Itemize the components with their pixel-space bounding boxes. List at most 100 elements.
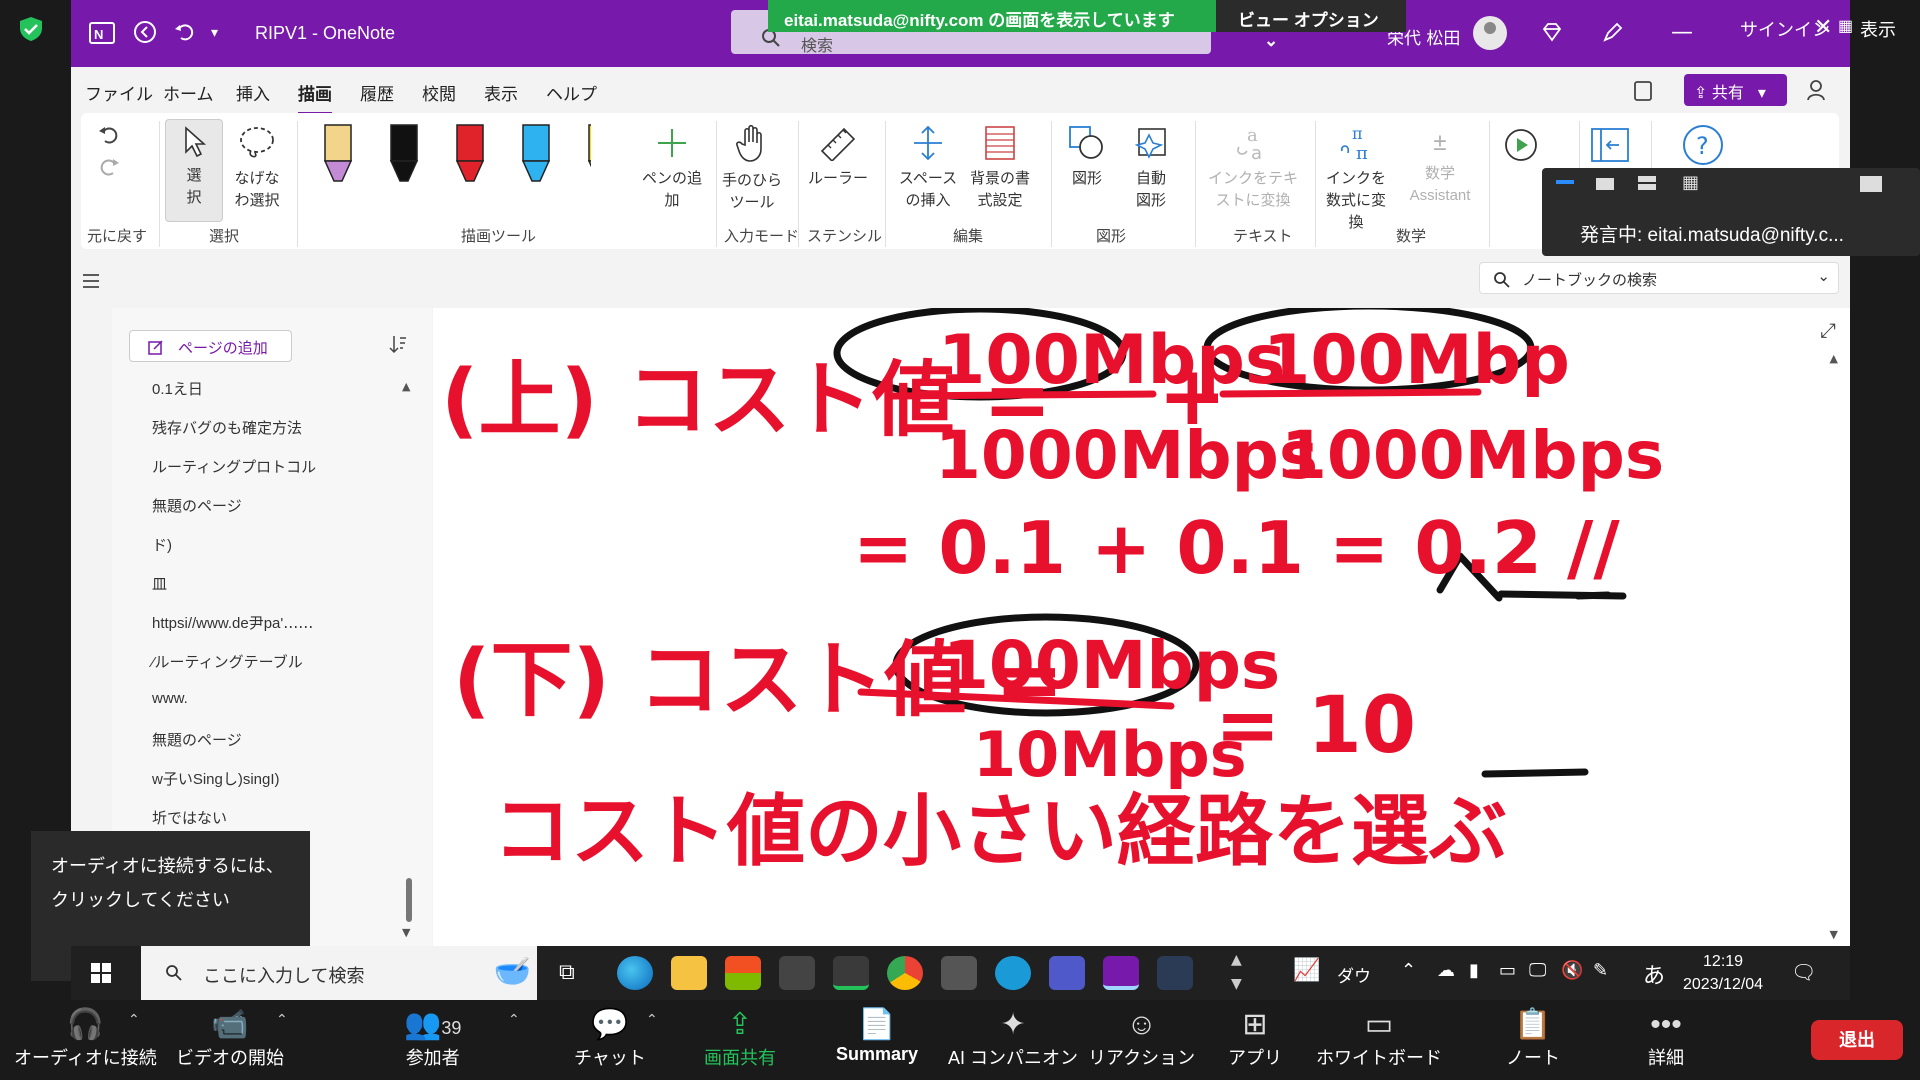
chevron-up-icon[interactable]: ⌃ xyxy=(128,1012,140,1028)
chevron-down-icon[interactable]: ▼ xyxy=(1231,976,1242,992)
clock[interactable]: 12:19 2023/12/04 xyxy=(1683,950,1763,996)
edge-icon[interactable] xyxy=(617,956,653,990)
grid-icon[interactable]: ▦ xyxy=(1682,174,1699,192)
math-assistant-button[interactable]: ± 数学 Assistant xyxy=(1399,125,1481,207)
start-video-button[interactable]: 📹 ビデオの開始 xyxy=(176,1006,284,1070)
windows-start-icon[interactable] xyxy=(91,963,111,983)
hand-tool-button[interactable]: 手のひらツール xyxy=(721,124,783,214)
insert-space-button[interactable]: スペースの挿入 xyxy=(893,125,963,212)
layout-icon[interactable] xyxy=(1638,176,1656,190)
battery-icon[interactable]: ▭ xyxy=(1499,960,1516,981)
h2-app-icon[interactable] xyxy=(1157,956,1193,990)
page-list-item[interactable]: 皿 xyxy=(152,573,167,594)
leave-button[interactable]: 退出 xyxy=(1811,1020,1903,1060)
volume-muted-icon[interactable]: 🔇 xyxy=(1561,960,1583,981)
menu-history[interactable]: 履歴 xyxy=(360,80,394,105)
play-app-icon[interactable] xyxy=(833,956,869,990)
chevron-up-icon[interactable]: ⌃ xyxy=(646,1012,658,1028)
pen-swatch[interactable] xyxy=(587,124,591,181)
page-list-item[interactable]: 無題のページ xyxy=(152,495,242,516)
onenote-taskbar-icon[interactable] xyxy=(1103,956,1139,990)
menu-review[interactable]: 校閲 xyxy=(422,80,456,105)
scroll-up-icon[interactable]: ▲ xyxy=(1830,352,1838,365)
shield-icon[interactable] xyxy=(18,16,44,42)
e-app-icon[interactable] xyxy=(995,956,1031,990)
menu-insert[interactable]: 挿入 xyxy=(236,80,270,105)
scroll-up-icon[interactable]: ▲ xyxy=(402,380,410,393)
ai-companion-button[interactable]: ✦ AI コンパニオン xyxy=(948,1006,1078,1070)
task-view-icon[interactable]: ⧉ xyxy=(559,960,575,985)
shapes-button[interactable]: 図形 xyxy=(1057,125,1117,190)
layout-icon[interactable] xyxy=(1556,180,1574,184)
whiteboard-button[interactable]: ▭ ホワイトボード xyxy=(1316,1006,1442,1070)
weather-widget[interactable]: ダウ xyxy=(1337,962,1371,987)
undo-icon[interactable] xyxy=(96,121,122,147)
avatar[interactable] xyxy=(1473,16,1507,50)
menu-home[interactable]: ホーム xyxy=(163,80,214,105)
scroll-down-icon[interactable]: ▼ xyxy=(1830,928,1838,941)
tray-overflow-icon[interactable]: ⌃ xyxy=(1401,960,1416,981)
view-label[interactable]: 表示 xyxy=(1860,16,1896,42)
add-pen-button[interactable]: ペンの追加 xyxy=(641,125,703,212)
pen-sync-icon[interactable] xyxy=(1601,20,1625,51)
scroll-down-icon[interactable]: ▼ xyxy=(402,926,410,939)
pen-swatch[interactable] xyxy=(455,124,485,182)
notification-icon[interactable]: 🗨 xyxy=(1791,960,1816,984)
taskbar-search-input[interactable]: ここに入力して検索 🥣 xyxy=(141,946,537,1000)
pen-swatch[interactable] xyxy=(323,124,353,182)
expand-icon[interactable]: ⤢ xyxy=(1820,318,1836,342)
page-list-item[interactable]: 無題のページ xyxy=(152,729,242,750)
file-explorer-icon[interactable] xyxy=(671,956,707,990)
view-options-button[interactable]: ビュー オプション ⌄ xyxy=(1216,0,1406,50)
more-button[interactable]: ••• 詳細 xyxy=(1648,1006,1684,1070)
teams-icon[interactable] xyxy=(1049,956,1085,990)
sort-icon[interactable] xyxy=(388,334,408,354)
page-list-item[interactable]: httpsi//www.de尹pa'‥‥‥ xyxy=(152,612,313,633)
page-list-item[interactable]: 0.1え日 xyxy=(152,378,203,399)
notes-button[interactable]: 📋 ノート xyxy=(1506,1006,1560,1070)
help-icon[interactable]: ? xyxy=(1681,123,1725,167)
reaction-button[interactable]: ☺ リアクション xyxy=(1088,1006,1195,1070)
printer-app-icon[interactable] xyxy=(941,956,977,990)
redo-icon[interactable] xyxy=(96,153,122,179)
share-button[interactable]: ⇪ 共有 ▾ xyxy=(1684,74,1787,106)
pen-gallery[interactable] xyxy=(311,121,591,201)
minimize-icon[interactable]: — xyxy=(1671,20,1693,46)
lasso-select-button[interactable]: なげなわ選択 xyxy=(227,125,287,212)
media-player-icon[interactable] xyxy=(779,956,815,990)
apps-button[interactable]: ⊞ アプリ xyxy=(1228,1006,1282,1070)
add-page-button[interactable]: ページの追加 xyxy=(129,330,292,362)
page-list-item[interactable]: 圻ではない xyxy=(152,807,227,828)
page-list-scrollbar[interactable] xyxy=(406,878,412,922)
ink-to-math-button[interactable]: ππ インクを数式に変換 xyxy=(1321,124,1391,234)
store-icon[interactable] xyxy=(725,956,761,990)
grid-view-icon[interactable]: ▦ xyxy=(1838,16,1853,36)
pen-swatch[interactable] xyxy=(389,124,419,182)
onedrive-icon[interactable]: ☁ xyxy=(1437,960,1455,981)
menu-help[interactable]: ヘルプ xyxy=(546,80,597,105)
page-list-item[interactable]: ド) xyxy=(152,534,172,555)
pen-swatch[interactable] xyxy=(521,124,551,182)
menu-file[interactable]: ファイル xyxy=(85,80,153,105)
page-layout-icon[interactable] xyxy=(1589,125,1631,165)
pop-out-icon[interactable] xyxy=(1860,176,1882,192)
usb-icon[interactable]: ▮ xyxy=(1469,960,1479,981)
page-list-item[interactable]: w子いSingし)singI) xyxy=(152,768,280,789)
select-button[interactable]: 選択 xyxy=(165,119,223,222)
page-list-item[interactable]: 残存バグのも確定方法 xyxy=(152,417,302,438)
note-canvas[interactable]: (上) コスト値 = 100Mbps 1000Mbps + 100Mbp 100… xyxy=(433,302,1850,948)
chrome-icon[interactable] xyxy=(887,956,923,990)
person-icon[interactable] xyxy=(1806,78,1830,106)
page-list-item[interactable]: www. xyxy=(152,690,188,707)
pen-menu-icon[interactable]: ✎ xyxy=(1593,960,1608,981)
participants-button[interactable]: 👥39 参加者 xyxy=(404,1006,461,1070)
chevron-up-icon[interactable]: ⌃ xyxy=(508,1012,520,1028)
summary-button[interactable]: 📄 Summary xyxy=(836,1006,918,1065)
share-screen-button[interactable]: ⇪ 画面共有 xyxy=(704,1006,776,1070)
ime-indicator[interactable]: あ xyxy=(1643,958,1665,990)
menu-view[interactable]: 表示 xyxy=(484,80,518,105)
page-list-item[interactable]: ルーティングプロトコル xyxy=(152,456,316,477)
page-list-item[interactable]: ⁄ルーティングテーブル xyxy=(152,651,303,672)
quick-access-dropdown-icon[interactable]: ▾ xyxy=(211,20,218,46)
ruler-button[interactable]: ルーラー xyxy=(803,125,873,190)
